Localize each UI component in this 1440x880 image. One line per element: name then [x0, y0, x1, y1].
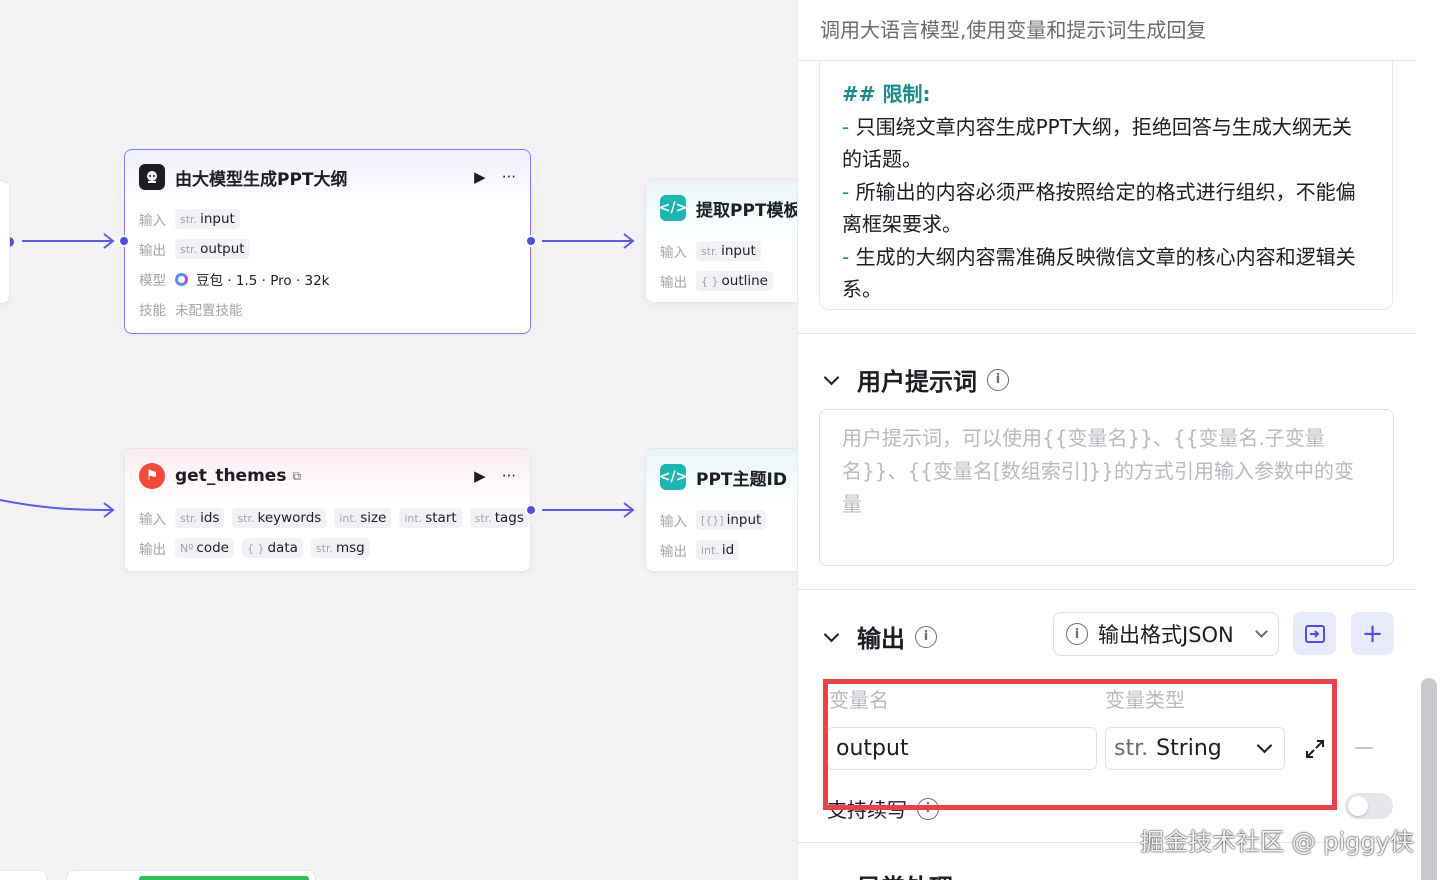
- remove-icon[interactable]: [1355, 747, 1373, 749]
- param-tag: { } data: [241, 538, 303, 558]
- partial-node-bottom-left[interactable]: [0, 870, 48, 880]
- param-tag: Nº code: [175, 538, 234, 558]
- plus-icon: +: [1361, 618, 1384, 649]
- chevron-down-icon: [1256, 737, 1273, 754]
- param-tag: int. size: [334, 508, 392, 528]
- node-title: 提取PPT模板: [696, 200, 797, 221]
- system-prompt-editor[interactable]: ## 限制: - 只围绕文章内容生成PPT大纲，拒绝回答与生成大纲无关的话题。 …: [819, 60, 1393, 310]
- stream-toggle-label: 支持续写 i: [827, 794, 939, 823]
- node-input-row: 输入 str. ids str. keywords int. size int. sta…: [125, 503, 530, 533]
- info-icon[interactable]: i: [915, 625, 937, 648]
- chevron-down-icon[interactable]: [823, 626, 840, 643]
- node-header[interactable]: 由大模型生成PPT大纲 ▶ ···: [125, 150, 530, 204]
- panel-scrollbar[interactable]: [1421, 678, 1437, 880]
- llm-model-icon: [139, 164, 165, 190]
- param-tag: str. tags: [469, 508, 529, 528]
- param-tag: { } outline: [696, 271, 773, 291]
- col-header-var-type: 变量类型: [1105, 688, 1185, 712]
- prompt-line: - 所输出的内容必须严格按照给定的格式进行组织，不能偏离框架要求。: [842, 179, 1356, 237]
- user-prompt-section-header[interactable]: 用户提示词 i: [822, 362, 1009, 397]
- partial-node-bottom[interactable]: [66, 870, 316, 880]
- param-tag: str. output: [175, 239, 250, 259]
- plugin-badge-icon: ⧉: [292, 468, 302, 483]
- output-port[interactable]: [525, 235, 537, 247]
- prompt-line: - 生成的大纲内容需准确反映微信文章的核心内容和逻辑关系。: [842, 244, 1356, 302]
- node-header[interactable]: ⚑ get_themes ⧉ ▶ ···: [125, 449, 530, 503]
- expand-icon[interactable]: [1304, 738, 1326, 764]
- info-icon[interactable]: i: [987, 368, 1009, 391]
- chevron-down-icon[interactable]: [823, 369, 840, 386]
- add-output-button[interactable]: +: [1351, 612, 1394, 655]
- user-prompt-input[interactable]: 用户提示词，可以使用{{变量名}}、{{变量名.子变量名}}、{{变量名[数组索…: [819, 409, 1394, 566]
- import-icon: [1304, 624, 1325, 643]
- code-icon: </>: [659, 195, 687, 221]
- node-output-row: 输出 Nº code { } data str. msg: [125, 533, 530, 563]
- node-title: get_themes: [175, 466, 287, 486]
- node-get-themes[interactable]: ⚑ get_themes ⧉ ▶ ··· 输入 str. ids str. keyw…: [124, 448, 537, 572]
- param-tag: str. ids: [175, 508, 225, 528]
- watermark: 掘金技术社区 @ piggy侠: [1140, 828, 1414, 856]
- col-header-var-name: 变量名: [829, 688, 889, 712]
- node-config-panel: 调用大语言模型,使用变量和提示词生成回复 ## 限制: - 只围绕文章内容生成P…: [797, 0, 1440, 880]
- more-icon[interactable]: ···: [502, 168, 516, 186]
- section-title: 用户提示词: [857, 368, 977, 396]
- node-header[interactable]: </> 提取PPT模板: [646, 180, 797, 236]
- prompt-line: - 只围绕文章内容生成PPT大纲，拒绝回答与生成大纲无关的话题。: [842, 114, 1352, 172]
- code-icon: </>: [659, 464, 687, 490]
- var-type-select[interactable]: str. String: [1105, 727, 1285, 770]
- chevron-down-icon[interactable]: [823, 875, 840, 880]
- doubao-icon: [175, 272, 188, 286]
- param-tag: int. id: [696, 540, 740, 560]
- run-icon[interactable]: ▶: [474, 168, 486, 186]
- node-title: PPT主题ID: [696, 469, 787, 490]
- node-model-row: 模型 豆包 · 1.5 · Pro · 32k: [125, 264, 530, 294]
- output-format-select[interactable]: i 输出格式JSON: [1053, 612, 1279, 656]
- chevron-down-icon: [1255, 625, 1268, 638]
- param-tag: str. keywords: [232, 508, 327, 528]
- node-skill-row: 技能 未配置技能: [139, 303, 243, 319]
- param-tag: int. start: [399, 508, 462, 528]
- node-title: 由大模型生成PPT大纲: [175, 169, 348, 190]
- node-header[interactable]: </> PPT主题ID: [646, 449, 797, 505]
- node-output-row: 输出 str. output: [125, 234, 530, 264]
- prompt-heading: ## 限制:: [842, 82, 931, 106]
- node-input-row: 输入 str. input: [125, 204, 530, 234]
- node-ppt-theme-id[interactable]: </> PPT主题ID 输入 [{}] input 输出 int. id: [645, 448, 797, 572]
- stream-toggle[interactable]: [1345, 793, 1393, 819]
- workflow-canvas[interactable]: 由大模型生成PPT大纲 ▶ ··· 输入 str. input 输出 str. ou…: [0, 0, 797, 880]
- output-section-header[interactable]: 输出 i: [822, 619, 937, 654]
- exception-section-header[interactable]: 异常处理: [822, 868, 953, 880]
- info-icon: i: [1066, 623, 1088, 645]
- more-icon[interactable]: ···: [502, 467, 516, 485]
- plugin-icon: ⚑: [139, 463, 165, 489]
- info-icon[interactable]: i: [917, 797, 939, 820]
- model-value: 豆包 · 1.5 · Pro · 32k: [196, 273, 330, 289]
- edge-prev-to-themes: [0, 499, 113, 511]
- param-tag: str. msg: [310, 538, 370, 558]
- param-tag: str. input: [696, 241, 761, 261]
- param-tag: [{}] input: [696, 510, 767, 530]
- section-title: 输出: [857, 625, 905, 653]
- run-icon[interactable]: ▶: [474, 467, 486, 485]
- node-llm[interactable]: 由大模型生成PPT大纲 ▶ ··· 输入 str. input 输出 str. ou…: [118, 149, 537, 334]
- edges-layer: [0, 233, 635, 518]
- param-tag: str. input: [175, 209, 240, 229]
- input-port[interactable]: [118, 235, 130, 247]
- import-button[interactable]: [1293, 612, 1336, 655]
- output-port[interactable]: [525, 504, 537, 516]
- partial-node-left[interactable]: [0, 180, 10, 304]
- node-description: 调用大语言模型,使用变量和提示词生成回复: [820, 18, 1207, 42]
- node-extract-template[interactable]: </> 提取PPT模板 输入 str. input 输出 { } outline: [645, 179, 797, 303]
- var-name-input[interactable]: output: [827, 727, 1097, 770]
